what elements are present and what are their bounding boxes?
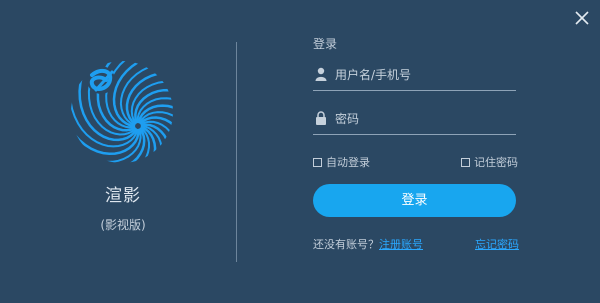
password-field [313, 108, 516, 135]
username-field [313, 64, 516, 91]
brand-logo [70, 60, 174, 164]
register-prompt: 还没有账号？注册账号 [313, 236, 423, 252]
remember-password-label: 记住密码 [474, 156, 518, 169]
user-icon [315, 67, 327, 81]
remember-password-checkbox[interactable]: 记住密码 [461, 154, 518, 170]
login-button[interactable]: 登录 [313, 184, 516, 217]
checkbox-box[interactable] [461, 157, 470, 167]
swirl-logo-icon [71, 61, 173, 163]
forgot-password-link[interactable]: 忘记密码 [475, 236, 519, 252]
close-icon [575, 11, 589, 25]
close-button[interactable] [572, 8, 592, 28]
register-link[interactable]: 注册账号 [379, 238, 423, 251]
login-title: 登录 [313, 37, 338, 51]
no-account-text: 还没有账号？ [313, 238, 379, 251]
vertical-divider [236, 42, 237, 262]
checkbox-box[interactable] [313, 157, 322, 167]
username-input[interactable] [335, 64, 513, 86]
brand-subtitle: (影视版) [100, 218, 146, 232]
brand-name: 渲影 [105, 186, 141, 206]
auto-login-label: 自动登录 [326, 156, 370, 169]
lock-icon [316, 111, 326, 125]
password-input[interactable] [335, 108, 513, 130]
auto-login-checkbox[interactable]: 自动登录 [313, 154, 370, 170]
